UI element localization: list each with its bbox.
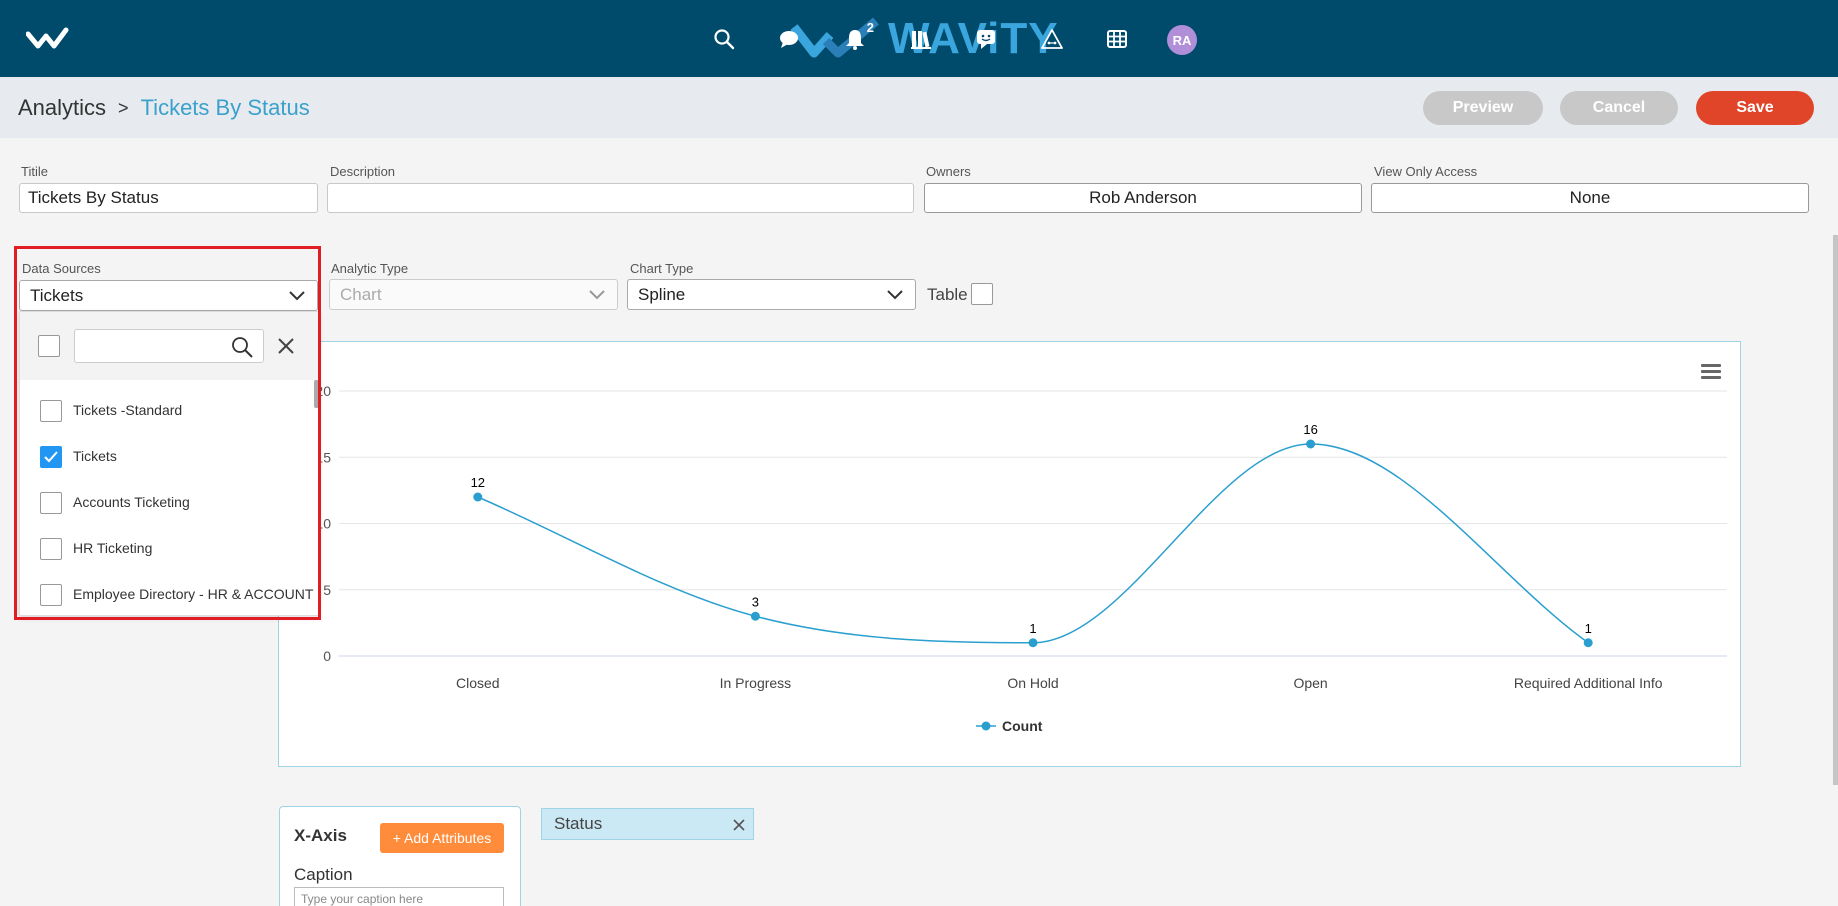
page-header: Analytics > Tickets By Status Preview Ca… [0, 77, 1838, 138]
owners-field[interactable]: Rob Anderson [924, 183, 1362, 213]
x-tick-label: Closed [456, 675, 500, 691]
library-icon[interactable] [904, 22, 938, 56]
spline-chart: 05101520Closed In Progress On Hold Open Requ… [315, 364, 1727, 734]
chart-type-select[interactable]: Spline [627, 279, 916, 310]
close-icon[interactable] [274, 334, 298, 358]
analytic-type-label: Analytic Type [331, 261, 409, 276]
dropdown-option-label: HR Ticketing [73, 540, 153, 556]
description-label: Description [330, 164, 396, 179]
dropdown-option-label: Employee Directory - HR & ACCOUNT [73, 586, 314, 602]
data-label: 12 [471, 475, 485, 490]
grid-icon[interactable] [1100, 22, 1134, 56]
y-tick-label: 0 [323, 648, 331, 664]
checkbox-checked[interactable] [40, 446, 62, 468]
legend-label[interactable]: Count [1002, 718, 1043, 734]
chart-menu-icon[interactable] [1701, 364, 1721, 379]
user-avatar[interactable]: RA [1167, 25, 1197, 55]
dropdown-search-input[interactable] [74, 329, 264, 363]
dropdown-option[interactable]: Employee Directory - HR & ACCOUNT [20, 572, 318, 618]
data-sources-selected: Tickets [30, 285, 84, 305]
chart-card: 0 5 10 15 20 Closed In Progress On Hold Open Requ… [278, 341, 1741, 767]
caption-label: Caption [294, 865, 353, 884]
analytic-type-value: Chart [340, 284, 382, 304]
view-only-access-field[interactable]: None [1371, 183, 1809, 213]
title-label: Titile [21, 164, 48, 179]
data-point[interactable] [1306, 439, 1316, 449]
cancel-button[interactable]: Cancel [1560, 91, 1678, 125]
dropdown-option[interactable]: Tickets [20, 434, 318, 480]
dropdown-option-label: Tickets -Standard [73, 402, 183, 418]
data-sources-select[interactable]: Tickets [19, 280, 318, 311]
checkmark-icon [44, 451, 58, 463]
dropdown-option-label: Tickets [73, 448, 117, 464]
search-icon [232, 337, 253, 358]
data-sources-dropdown: Tickets -Standard Tickets Accounts Ticketi… [19, 311, 319, 616]
status-chip-label: Status [554, 814, 603, 833]
data-label: 1 [1029, 621, 1036, 636]
data-point[interactable] [750, 611, 760, 621]
top-navigation-bar: WAViTY 2 RA [0, 0, 1838, 77]
dropdown-search-row [20, 312, 318, 380]
legend-marker [981, 721, 991, 731]
warning-icon[interactable] [1035, 22, 1069, 56]
dropdown-scrollbar[interactable] [314, 380, 319, 408]
bell-icon[interactable]: 2 [838, 20, 874, 56]
select-all-checkbox[interactable] [38, 335, 60, 357]
status-attribute-chip[interactable]: Status [541, 808, 754, 840]
search-icon[interactable] [707, 22, 741, 56]
chevron-down-icon [289, 291, 305, 301]
data-point[interactable] [473, 492, 483, 502]
notification-count-badge: 2 [866, 20, 874, 35]
series-line [477, 443, 1589, 644]
y-tick-label: 5 [323, 582, 331, 598]
dropdown-option[interactable]: Tickets -Standard [20, 388, 318, 434]
remove-chip-icon[interactable] [733, 819, 745, 831]
view-only-access-label: View Only Access [1374, 164, 1478, 179]
data-label: 1 [1585, 621, 1592, 636]
page-scrollbar[interactable] [1833, 235, 1838, 785]
breadcrumb-current: Tickets By Status [140, 95, 310, 120]
title-input[interactable]: Tickets By Status [19, 183, 318, 213]
x-tick-label: On Hold [1007, 675, 1058, 691]
dropdown-option[interactable]: Accounts Ticketing [20, 480, 318, 526]
preview-button[interactable]: Preview [1423, 91, 1543, 125]
data-sources-label: Data Sources [22, 261, 101, 276]
checkbox-unchecked[interactable] [40, 492, 62, 514]
caption-input[interactable]: Type your caption here [294, 887, 504, 906]
data-point[interactable] [1028, 638, 1038, 648]
chevron-down-icon [589, 290, 605, 300]
checkbox-unchecked[interactable] [40, 584, 62, 606]
x-tick-label: In Progress [720, 675, 792, 691]
add-attributes-button[interactable]: + Add Attributes [380, 823, 504, 853]
breadcrumb-parent[interactable]: Analytics [18, 95, 106, 121]
description-input[interactable] [327, 183, 914, 213]
breadcrumb-separator: > [118, 97, 129, 118]
x-axis-panel: X-Axis + Add Attributes Caption Type you… [279, 806, 521, 906]
chevron-down-icon [887, 290, 903, 300]
home-logo-icon[interactable] [26, 26, 76, 52]
table-toggle-label: Table [927, 285, 968, 304]
dropdown-option[interactable]: HR Ticketing [20, 526, 318, 572]
data-point[interactable] [1583, 638, 1593, 648]
save-button[interactable]: Save [1696, 91, 1814, 125]
chart-type-value: Spline [638, 284, 686, 304]
table-checkbox[interactable] [971, 283, 993, 305]
dropdown-option-label: Accounts Ticketing [73, 494, 190, 510]
feedback-icon[interactable] [969, 22, 1003, 56]
checkbox-unchecked[interactable] [40, 400, 62, 422]
x-tick-label: Open [1293, 675, 1327, 691]
checkbox-unchecked[interactable] [40, 538, 62, 560]
data-label: 3 [752, 594, 759, 609]
x-axis-title: X-Axis [294, 826, 347, 845]
owners-label: Owners [926, 164, 971, 179]
x-tick-label: Required Additional Info [1514, 675, 1663, 691]
analytic-type-select: Chart [329, 279, 618, 310]
breadcrumb: Analytics > Tickets By Status [18, 95, 310, 121]
chart-type-label: Chart Type [630, 261, 694, 276]
chat-icon[interactable] [772, 22, 806, 56]
data-label: 16 [1303, 422, 1317, 437]
